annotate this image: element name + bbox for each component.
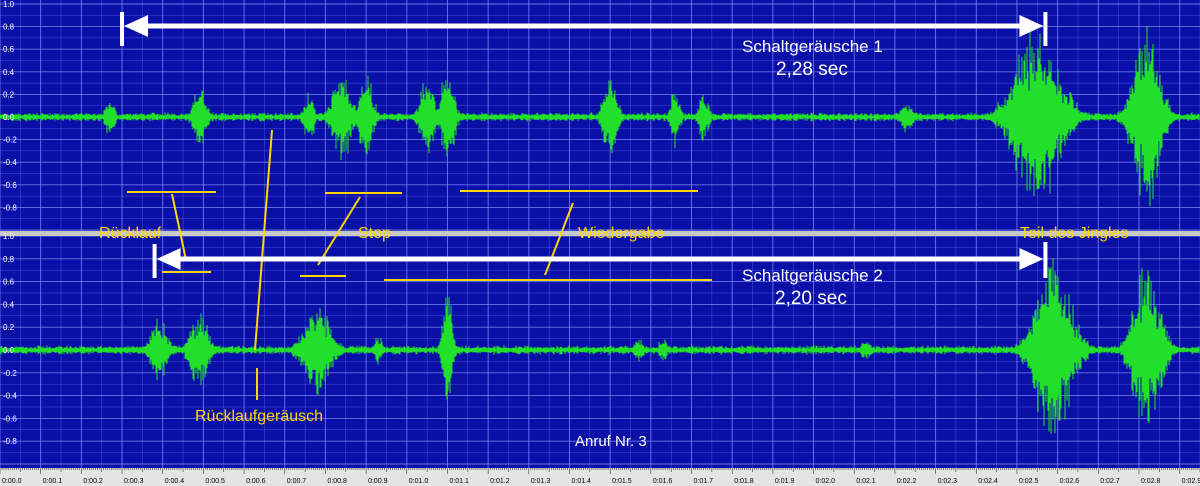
x-tick-label: 0:02.3 bbox=[938, 478, 958, 485]
y-tick-label: 0.4 bbox=[3, 300, 15, 309]
wiedergabe-label: Wiedergabe bbox=[578, 225, 664, 242]
x-tick-label: 0:01.2 bbox=[490, 478, 510, 485]
x-tick-label: 0:01.8 bbox=[734, 478, 754, 485]
x-tick-label: 0:00.2 bbox=[83, 478, 103, 485]
stop-label: Stop bbox=[358, 225, 391, 242]
x-tick-label: 0:00.0 bbox=[2, 478, 22, 485]
y-tick-label: -0.4 bbox=[3, 158, 17, 167]
schalt1-label: Schaltgeräusche 1 bbox=[742, 37, 883, 56]
x-tick-label: 0:00.9 bbox=[368, 478, 388, 485]
y-tick-label: 0.0 bbox=[3, 113, 15, 122]
y-tick-label: 0.8 bbox=[3, 255, 15, 264]
y-tick-label: 0.4 bbox=[3, 68, 15, 77]
y-tick-label: -0.8 bbox=[3, 437, 17, 446]
y-tick-label: -0.8 bbox=[3, 203, 17, 212]
x-tick-label: 0:02.2 bbox=[897, 478, 917, 485]
x-tick-label: 0:02.8 bbox=[1141, 478, 1161, 485]
x-tick-label: 0:01.0 bbox=[409, 478, 429, 485]
x-tick-label: 0:02.7 bbox=[1100, 478, 1120, 485]
x-tick-label: 0:00.1 bbox=[43, 478, 63, 485]
x-tick-label: 0:00.5 bbox=[205, 478, 225, 485]
x-tick-label: 0:00.3 bbox=[124, 478, 144, 485]
x-tick-label: 0:00.8 bbox=[327, 478, 347, 485]
y-tick-label: -0.6 bbox=[3, 414, 17, 423]
y-tick-label: 1.0 bbox=[3, 0, 15, 9]
y-tick-label: 1.0 bbox=[3, 232, 15, 241]
y-tick-label: -0.6 bbox=[3, 181, 17, 190]
x-tick-label: 0:02.1 bbox=[856, 478, 876, 485]
x-tick-label: 0:00.6 bbox=[246, 478, 266, 485]
jingle-label: Teil des Jingles bbox=[1020, 225, 1129, 242]
y-tick-label: -0.4 bbox=[3, 392, 17, 401]
waveform-chart: 1.0 0.8 0.6 0.4 0.2 0.0 -0.2 -0.4 -0.6 -0.8 1.0 0.8… bbox=[0, 0, 1200, 486]
x-tick-label: 0:02.6 bbox=[1060, 478, 1080, 485]
ruecklauf-label: Rücklauf bbox=[99, 225, 162, 242]
y-tick-label: 0.8 bbox=[3, 23, 15, 32]
x-tick-label: 0:01.5 bbox=[612, 478, 632, 485]
y-tick-label: 0.2 bbox=[3, 323, 15, 332]
x-tick-label: 0:01.9 bbox=[775, 478, 795, 485]
x-tick-label: 0:00.4 bbox=[165, 478, 185, 485]
y-tick-label: 0.2 bbox=[3, 90, 15, 99]
ruecklaufgeraeusch-label: Rücklaufgeräusch bbox=[195, 408, 323, 425]
x-tick-label: 0:02.9 bbox=[1182, 478, 1200, 485]
chart-background bbox=[0, 0, 1200, 486]
schalt1-value: 2,28 sec bbox=[776, 59, 848, 80]
y-tick-label: 0.6 bbox=[3, 45, 15, 54]
schalt2-value: 2,20 sec bbox=[775, 288, 847, 309]
y-tick-label: 0.0 bbox=[3, 346, 15, 355]
x-tick-label: 0:02.5 bbox=[1019, 478, 1039, 485]
y-tick-label: -0.2 bbox=[3, 136, 17, 145]
schalt2-label: Schaltgeräusche 2 bbox=[742, 266, 883, 285]
x-tick-label: 0:02.0 bbox=[816, 478, 836, 485]
x-tick-label: 0:01.7 bbox=[694, 478, 714, 485]
x-tick-label: 0:01.6 bbox=[653, 478, 673, 485]
x-tick-label: 0:01.1 bbox=[449, 478, 469, 485]
x-tick-label: 0:01.3 bbox=[531, 478, 551, 485]
y-tick-label: 0.6 bbox=[3, 278, 15, 287]
x-tick-label: 0:02.4 bbox=[978, 478, 998, 485]
x-tick-label: 0:01.4 bbox=[571, 478, 591, 485]
anruf-label: Anruf Nr. 3 bbox=[575, 433, 647, 450]
x-tick-label: 0:00.7 bbox=[287, 478, 307, 485]
y-tick-label: -0.2 bbox=[3, 369, 17, 378]
